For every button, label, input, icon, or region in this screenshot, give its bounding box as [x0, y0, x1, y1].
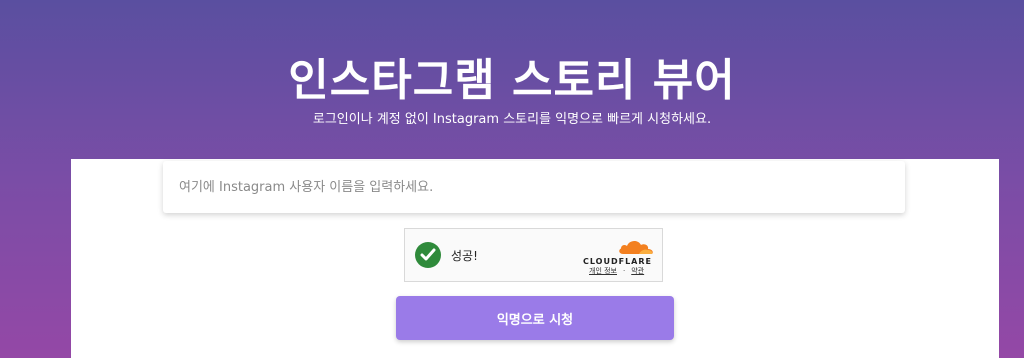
privacy-link[interactable]: 개인 정보 [589, 267, 617, 275]
cloudflare-logo-icon [617, 236, 655, 256]
cloudflare-links: 개인 정보 · 약관 [589, 266, 644, 276]
terms-link[interactable]: 약관 [631, 267, 644, 275]
success-check-icon [415, 242, 441, 268]
username-field-wrapper [163, 161, 905, 213]
link-separator: · [623, 267, 626, 275]
cloudflare-brand-text: CLOUDFLARE [583, 257, 652, 266]
cloudflare-captcha-widget: 성공! CLOUDFLARE 개인 정보 · 약관 [404, 228, 663, 282]
page-subtitle: 로그인이나 계정 없이 Instagram 스토리를 익명으로 빠르게 시청하세… [312, 112, 712, 127]
page-title: 인스타그램 스토리 뷰어 [288, 55, 736, 107]
username-input[interactable] [163, 161, 905, 213]
watch-anonymously-button[interactable]: 익명으로 시청 [396, 296, 674, 340]
captcha-status-text: 성공! [451, 249, 478, 263]
search-card: 성공! CLOUDFLARE 개인 정보 · 약관 익명으로 시청 [71, 159, 999, 358]
